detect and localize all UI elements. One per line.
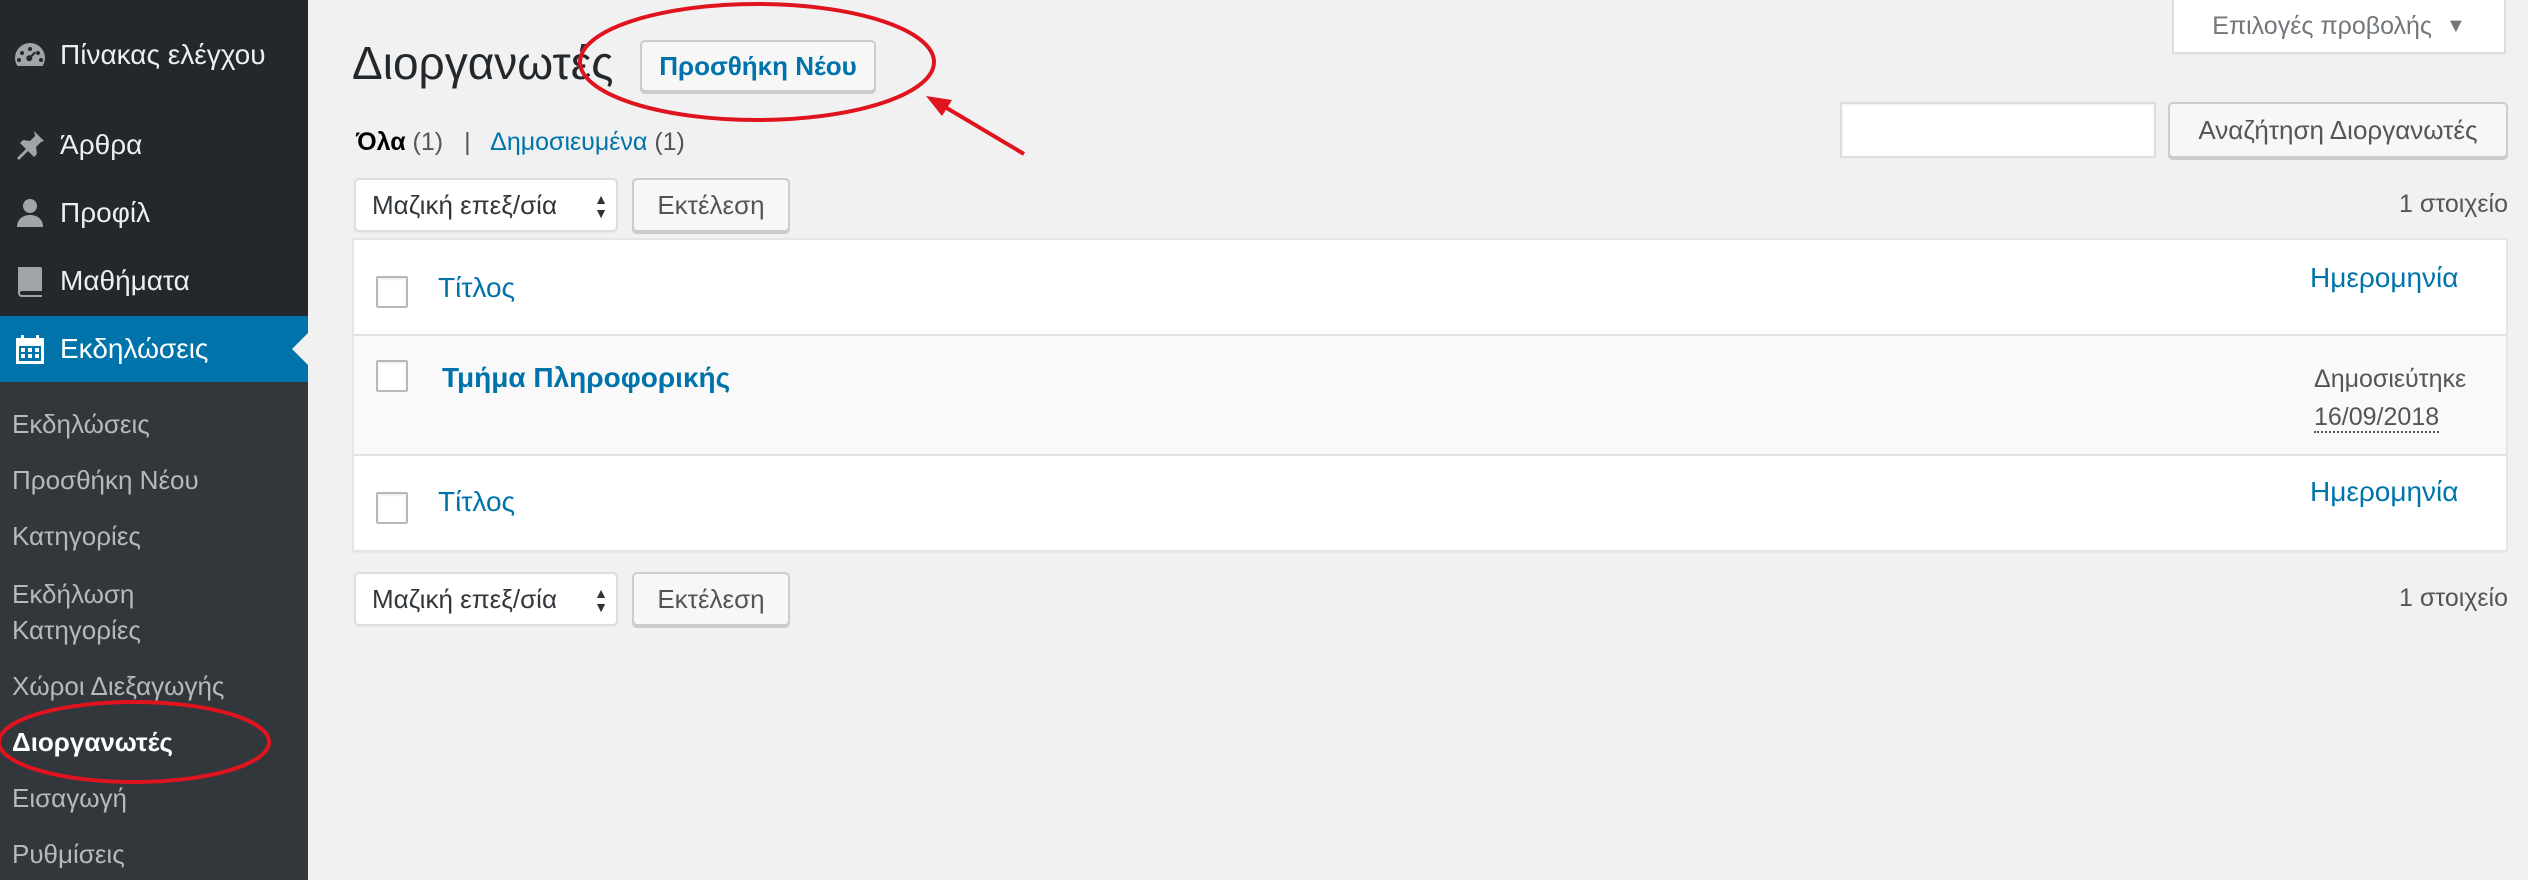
search-input[interactable] xyxy=(1840,102,2156,158)
select-arrows-icon: ▲ ▼ xyxy=(594,191,608,221)
submenu-label-line1: Εκδήλωση xyxy=(12,579,135,609)
organizers-table: Τίτλος Ημερομηνία Τμήμα Πληροφορικής Δημ… xyxy=(352,238,2508,552)
filter-published-count: (1) xyxy=(654,128,685,156)
submenu-item-categories[interactable]: Κατηγορίες xyxy=(12,518,141,554)
bulk-action-select-bottom[interactable]: Μαζική επεξ/σία ▲ ▼ xyxy=(354,572,618,626)
menu-label: Πίνακας ελέγχου xyxy=(60,39,266,70)
chevron-down-icon: ▼ xyxy=(2445,14,2466,37)
select-all-checkbox[interactable] xyxy=(376,276,408,308)
apply-button-top[interactable]: Εκτέλεση xyxy=(632,178,790,232)
items-count-top: 1 στοιχείο xyxy=(2399,190,2508,218)
annotation-arrow-line xyxy=(938,102,1026,156)
dashboard-icon xyxy=(0,37,60,73)
menu-item-profile[interactable]: Προφίλ xyxy=(0,180,308,246)
screen-options-button[interactable]: Επιλογές προβολής ▼ xyxy=(2172,0,2506,54)
row-date-status: Δημοσιεύτηκε xyxy=(2314,365,2467,393)
filter-separator: | xyxy=(464,128,471,156)
submenu-item-event-categories[interactable]: Εκδήλωση Κατηγορίες xyxy=(12,576,141,648)
submenu-item-settings[interactable]: Ρυθμίσεις xyxy=(12,836,125,872)
menu-label: Εκδηλώσεις xyxy=(60,333,209,364)
column-title[interactable]: Τίτλος xyxy=(438,272,515,304)
select-arrows-icon: ▲ ▼ xyxy=(594,585,608,615)
table-footer: Τίτλος Ημερομηνία xyxy=(354,456,2506,552)
add-new-button[interactable]: Προσθήκη Νέου xyxy=(640,40,876,92)
submenu-item-events[interactable]: Εκδηλώσεις xyxy=(12,406,150,442)
filter-all[interactable]: Όλα xyxy=(356,128,406,156)
row-title-link[interactable]: Τμήμα Πληροφορικής xyxy=(442,362,730,394)
items-count-bottom: 1 στοιχείο xyxy=(2399,584,2508,612)
table-header: Τίτλος Ημερομηνία xyxy=(354,240,2506,336)
submenu-item-import[interactable]: Εισαγωγή xyxy=(12,780,127,816)
menu-label: Προφίλ xyxy=(60,197,151,228)
filter-all-count: (1) xyxy=(412,128,444,156)
bulk-action-select-top[interactable]: Μαζική επεξ/σία ▲ ▼ xyxy=(354,178,618,232)
column-date[interactable]: Ημερομηνία xyxy=(2310,262,2458,294)
row-checkbox[interactable] xyxy=(376,360,408,392)
calendar-icon xyxy=(0,331,60,367)
menu-item-posts[interactable]: Άρθρα xyxy=(0,112,308,178)
submenu-item-venues[interactable]: Χώροι Διεξαγωγής xyxy=(12,668,224,704)
pushpin-icon xyxy=(0,127,60,163)
page-title: Διοργανωτές xyxy=(352,37,614,89)
row-date: Δημοσιεύτηκε 16/09/2018 xyxy=(2314,360,2466,436)
admin-sidebar: Πίνακας ελέγχου Άρθρα Προφίλ Μαθήματα Εκ… xyxy=(0,0,309,880)
row-date-value: 16/09/2018 xyxy=(2314,403,2440,433)
annotation-arrowhead xyxy=(926,96,952,116)
menu-item-events[interactable]: Εκδηλώσεις xyxy=(0,316,309,382)
screen-options-label: Επιλογές προβολής xyxy=(2212,11,2432,40)
submenu-item-organizers[interactable]: Διοργανωτές xyxy=(12,724,173,760)
menu-label: Άρθρα xyxy=(60,129,143,160)
submenu-label-line2: Κατηγορίες xyxy=(12,615,141,645)
events-submenu: Εκδηλώσεις Προσθήκη Νέου Κατηγορίες Εκδή… xyxy=(0,382,308,880)
user-icon xyxy=(0,195,60,231)
table-row: Τμήμα Πληροφορικής Δημοσιεύτηκε 16/09/20… xyxy=(354,336,2506,456)
menu-item-dashboard[interactable]: Πίνακας ελέγχου xyxy=(0,22,308,88)
submenu-item-add-new[interactable]: Προσθήκη Νέου xyxy=(12,462,199,498)
column-date-footer[interactable]: Ημερομηνία xyxy=(2310,476,2458,508)
menu-label: Μαθήματα xyxy=(60,265,190,296)
book-icon xyxy=(0,263,60,299)
apply-button-bottom[interactable]: Εκτέλεση xyxy=(632,572,790,626)
bulk-action-value: Μαζική επεξ/σία xyxy=(372,189,557,220)
filter-published[interactable]: Δημοσιευμένα xyxy=(490,128,647,156)
bulk-action-value: Μαζική επεξ/σία xyxy=(372,583,557,614)
current-menu-arrow xyxy=(292,332,309,366)
menu-item-courses[interactable]: Μαθήματα xyxy=(0,248,308,314)
search-button[interactable]: Αναζήτηση Διοργανωτές xyxy=(2168,102,2508,158)
status-filters: Όλα (1) | Δημοσιευμένα (1) xyxy=(356,128,685,157)
column-title-footer[interactable]: Τίτλος xyxy=(438,486,515,518)
select-all-checkbox-footer[interactable] xyxy=(376,492,408,524)
